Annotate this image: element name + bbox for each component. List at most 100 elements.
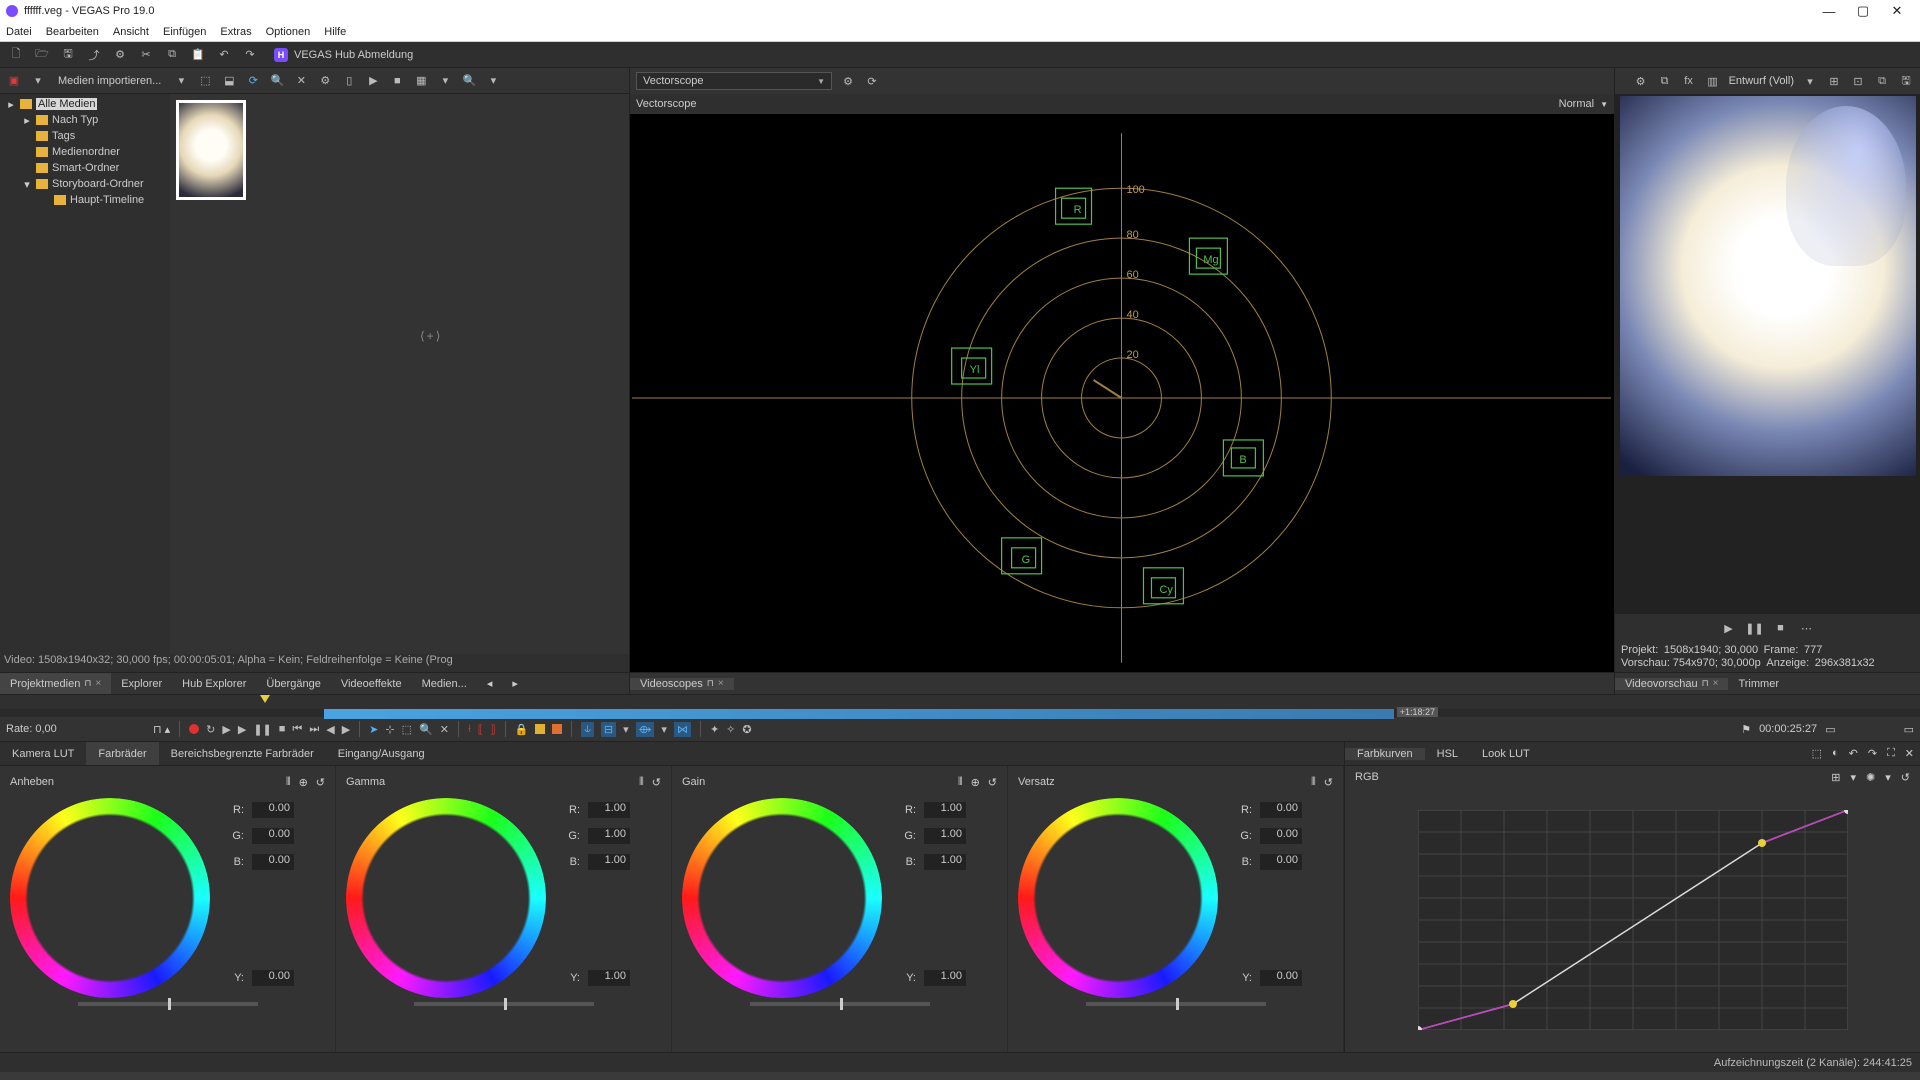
curve-reset-icon[interactable]: ↺	[1901, 771, 1910, 784]
ai3-icon[interactable]: ✪	[742, 723, 751, 736]
open-icon[interactable]: 🗁	[34, 47, 50, 63]
curves-close-icon[interactable]: ✕	[1905, 747, 1914, 760]
capture-icon[interactable]: ⬚	[197, 73, 213, 89]
zoom-icon[interactable]: 🔍	[419, 723, 433, 736]
timeline[interactable]: +1:18:27 Rate: 0,00 ⊓ ▴ ↻ ▶ ▶ ❚❚ ■ ⏮ ⏭ ◀…	[0, 694, 1920, 742]
curve-auto-icon[interactable]: ✺	[1866, 771, 1875, 784]
go-start-icon[interactable]: ⏮	[292, 723, 302, 736]
tab-videovorschau[interactable]: Videovorschau⊓×	[1615, 678, 1728, 690]
prev-frame-icon[interactable]: ◀	[326, 723, 334, 736]
copy-icon[interactable]: ⧉	[164, 47, 180, 63]
timeline-ruler[interactable]	[0, 695, 1920, 709]
g-value[interactable]: 1.00	[924, 828, 966, 844]
curves-redo-icon[interactable]: ↷	[1868, 747, 1877, 760]
curve-dd-icon[interactable]: ▾	[1851, 771, 1857, 784]
color-wheel[interactable]	[10, 798, 210, 998]
stop-icon[interactable]: ■	[279, 723, 286, 735]
rgb-curve[interactable]	[1418, 810, 1848, 1030]
menu-extras[interactable]: Extras	[220, 26, 251, 38]
wheel-sliders-icon[interactable]: ⫴	[1311, 776, 1316, 789]
curves-expand-icon[interactable]: ⛶	[1887, 747, 1895, 760]
menu-einfuegen[interactable]: Einfügen	[163, 26, 206, 38]
curve-grid-icon[interactable]: ⊞	[1831, 771, 1840, 784]
marker-flag-icon[interactable]: ⚑	[1741, 723, 1751, 736]
y-value[interactable]: 0.00	[252, 970, 294, 986]
preview-overlay-icon[interactable]: ⊡	[1850, 73, 1866, 89]
selection-icon[interactable]: ⬚	[402, 723, 412, 736]
curve-channel-label[interactable]: RGB	[1355, 771, 1379, 783]
luma-slider[interactable]	[78, 1002, 258, 1006]
timecode-box-icon[interactable]: ▭	[1825, 723, 1835, 736]
marker-orange-icon[interactable]	[552, 724, 562, 734]
import-dd-icon[interactable]: ▾	[173, 73, 189, 89]
view-icon[interactable]: ▦	[413, 73, 429, 89]
tab-bereichsbegrenzte[interactable]: Bereichsbegrenzte Farbräder	[159, 742, 326, 765]
y-value[interactable]: 1.00	[588, 970, 630, 986]
tree-smart-ordner[interactable]: Smart-Ordner	[4, 160, 166, 176]
ripple-dd-icon[interactable]: ▾	[661, 723, 667, 736]
playhead-icon[interactable]	[260, 695, 270, 703]
scope-type-dropdown[interactable]: Vectorscope▼	[636, 72, 832, 90]
preview-external-icon[interactable]: ⧉	[1657, 73, 1673, 89]
preview-quality-dd-icon[interactable]: ▾	[1802, 73, 1818, 89]
ai-icon[interactable]: ✦	[710, 723, 719, 736]
curves-undo-icon[interactable]: ↶	[1849, 747, 1858, 760]
go-end-icon[interactable]: ⏭	[309, 723, 319, 736]
rate-slider[interactable]: ⊓ ▴	[153, 723, 170, 736]
preview-copy-icon[interactable]: ⧉	[1874, 73, 1890, 89]
media-filter-icon[interactable]: ▾	[30, 73, 46, 89]
b-value[interactable]: 1.00	[588, 854, 630, 870]
tab-scroll-left[interactable]: ◂	[477, 673, 503, 694]
tab-look-lut[interactable]: Look LUT	[1470, 748, 1542, 760]
tab-farbraeder[interactable]: Farbräder	[86, 742, 158, 765]
preview-quality-dropdown[interactable]: Entwurf (Voll)	[1729, 75, 1794, 87]
lock-icon[interactable]: 🔒	[515, 723, 529, 736]
play-icon[interactable]: ▶	[238, 723, 246, 736]
color-wheel[interactable]	[346, 798, 546, 998]
tree-haupt-timeline[interactable]: Haupt-Timeline	[4, 192, 166, 208]
scope-mode-dd-icon[interactable]: ▼	[1600, 100, 1608, 109]
hub-label[interactable]: VEGAS Hub Abmeldung	[294, 49, 413, 61]
wheel-sliders-icon[interactable]: ⫴	[286, 776, 291, 789]
preview-pause-icon[interactable]: ❚❚	[1747, 620, 1763, 636]
quantize-icon[interactable]: ⊟	[601, 722, 616, 737]
import-media-button[interactable]: Medien importieren...	[58, 75, 161, 87]
preview-grid-icon[interactable]: ⊞	[1826, 73, 1842, 89]
tab-uebergaenge[interactable]: Übergänge	[256, 673, 330, 694]
props-icon[interactable]: ▯	[341, 73, 357, 89]
scope-settings-icon[interactable]: ⚙	[840, 73, 856, 89]
ai2-icon[interactable]: ✧	[726, 723, 735, 736]
menu-hilfe[interactable]: Hilfe	[324, 26, 346, 38]
curve-auto-dd-icon[interactable]: ▾	[1885, 771, 1891, 784]
tree-storyboard[interactable]: ▾Storyboard-Ordner	[4, 176, 166, 192]
minimize-button[interactable]: —	[1812, 0, 1846, 22]
tab-farbkurven[interactable]: Farbkurven	[1345, 748, 1425, 760]
g-value[interactable]: 0.00	[252, 828, 294, 844]
wheel-reset-icon[interactable]: ↺	[988, 776, 997, 789]
split-icon[interactable]: ⟊	[468, 723, 471, 736]
maximize-button[interactable]: ▢	[1846, 0, 1880, 22]
tab-explorer[interactable]: Explorer	[111, 673, 172, 694]
normal-edit-icon[interactable]: ➤	[369, 723, 378, 736]
media-thumbnail[interactable]	[176, 100, 246, 200]
g-value[interactable]: 1.00	[588, 828, 630, 844]
y-value[interactable]: 1.00	[924, 970, 966, 986]
properties-icon[interactable]: ⚙	[112, 47, 128, 63]
b-value[interactable]: 0.00	[1260, 854, 1302, 870]
preview-fx-icon[interactable]: fx	[1681, 73, 1697, 89]
preview-play-icon[interactable]: ▶	[1721, 620, 1737, 636]
b-value[interactable]: 1.00	[924, 854, 966, 870]
tab-hsl[interactable]: HSL	[1425, 748, 1470, 760]
wheel-target-icon[interactable]: ⊕	[971, 776, 980, 789]
view-dd-icon[interactable]: ▾	[437, 73, 453, 89]
y-value[interactable]: 0.00	[1260, 970, 1302, 986]
save-icon[interactable]: 🖫	[60, 47, 76, 63]
luma-slider[interactable]	[1086, 1002, 1266, 1006]
paste-icon[interactable]: 📋	[190, 47, 206, 63]
preview-split-icon[interactable]: ▥	[1705, 73, 1721, 89]
wheel-sliders-icon[interactable]: ⫴	[639, 776, 644, 789]
timeline-expand-icon[interactable]: ▭	[1904, 723, 1914, 736]
next-frame-icon[interactable]: ▶	[342, 723, 350, 736]
cut-icon[interactable]: ✂	[138, 47, 154, 63]
envelope-icon[interactable]: ⊹	[385, 723, 394, 736]
